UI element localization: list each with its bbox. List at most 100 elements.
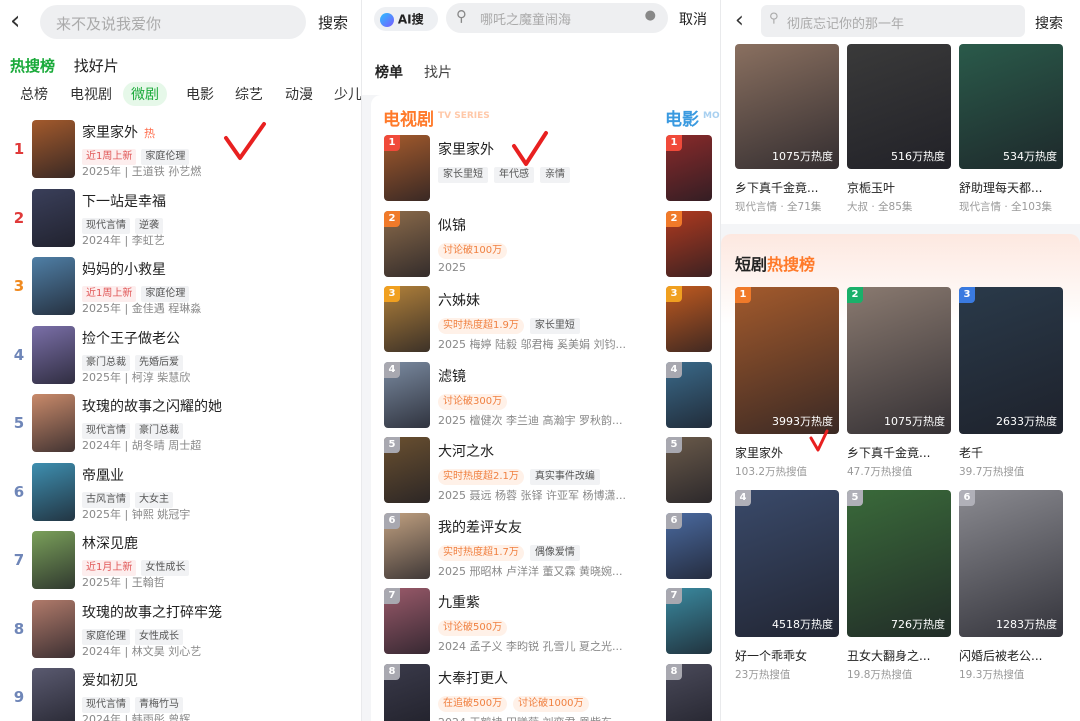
drama-card[interactable]: 1075万热度 乡下真千金竟... 现代言情 · 全71集 (735, 44, 839, 224)
list-item[interactable]: 4 捡个王子做老公 豪门总裁 先婚后爱 2025年 | 柯淳 柴慧欣 (0, 324, 361, 392)
drama-card[interactable]: 5 726万热度 丑女大翻身之... 19.8万热搜值 (847, 490, 951, 690)
item-title: 我的差评女友 (438, 519, 522, 536)
rank-badge: 6 (959, 490, 975, 506)
search-button[interactable]: 搜索 (318, 12, 348, 33)
poster-image[interactable]: 516万热度 (847, 44, 951, 169)
poster-image[interactable]: 2 (384, 210, 430, 277)
drama-card[interactable]: 6 1283万热度 闪婚后被老公... 19.3万热搜值 (959, 490, 1063, 690)
search-input[interactable]: 来不及说我爱你 (40, 5, 306, 39)
movie-poster[interactable]: 6 (666, 512, 712, 579)
rank-badge: 4 (384, 361, 400, 378)
rank-number: 1 (13, 140, 25, 158)
list-item[interactable]: 5 玫瑰的故事之闪耀的她 现代言情 豪门总裁 2024年 | 胡冬晴 周士超 (0, 392, 361, 460)
back-arrow-icon[interactable]: ‹ (735, 8, 744, 34)
item-title: 大河之水 (438, 444, 494, 460)
search-button[interactable]: 搜索 (1035, 13, 1063, 33)
heat-label: 1075万热度 (772, 150, 833, 163)
drama-card[interactable]: 4 4518万热度 好一个乖乖女 23万热搜值 (735, 490, 839, 690)
tab-find-film[interactable]: 找好片 (74, 57, 119, 75)
chip: 讨论破100万 (438, 242, 508, 259)
poster-image[interactable] (32, 394, 75, 452)
heat-label: 1283万热度 (996, 618, 1057, 631)
tag-list: 现代言情 豪门总裁 (82, 418, 188, 439)
category-tabs: 总榜 电视剧 微剧 电影 综艺 动漫 少儿 (0, 82, 361, 106)
list-item[interactable]: 8 玫瑰的故事之打碎牢笼 家庭伦理 女性成长 2024年 | 林文昊 刘心艺 (0, 598, 361, 666)
movie-ranking-card: 电影 MO 1 2 3 4 5 6 7 8 (653, 95, 720, 721)
drama-card[interactable]: 3 2633万热度 老千 39.7万热搜值 (959, 287, 1063, 487)
movie-poster[interactable]: 2 (666, 210, 712, 277)
poster-image[interactable] (32, 257, 75, 315)
poster-image[interactable]: 1 3993万热度 (735, 287, 839, 434)
list-item[interactable]: 6 帝凰业 古风言情 大女主 2025年 | 钟熙 姚冠宇 (0, 461, 361, 529)
movie-poster[interactable]: 4 (666, 361, 712, 428)
category-tab[interactable]: 综艺 (227, 82, 271, 106)
category-tab[interactable]: 电视剧 (62, 82, 120, 106)
poster-image[interactable] (32, 462, 75, 521)
poster-image[interactable]: 534万热度 (959, 44, 1063, 169)
chip: 年代感 (494, 167, 534, 183)
search-input[interactable]: ⚲ 哪吒之魔童闹海 ● (446, 3, 668, 33)
poster-image[interactable]: 5 726万热度 (847, 490, 951, 637)
item-title: 家里家外热 (82, 125, 155, 141)
poster-image[interactable]: 7 (384, 588, 430, 654)
poster-image[interactable]: 3 2633万热度 (959, 287, 1063, 434)
drama-card[interactable]: 1 3993万热度 家里家外 103.2万热搜值 (735, 287, 839, 487)
list-item[interactable]: 2 下一站是幸福 现代言情 逆袭 2024年 | 李虹艺 (0, 187, 361, 255)
movie-poster[interactable]: 5 (666, 437, 712, 503)
poster-image[interactable]: 6 1283万热度 (959, 490, 1063, 637)
drama-title: 舒助理每天都... (959, 181, 1043, 195)
search-input[interactable]: ⚲ 彻底忘记你的那一年 (761, 5, 1025, 37)
drama-info: 大叔 · 全85集 (847, 201, 913, 213)
drama-info: 23万热搜值 (735, 669, 791, 681)
poster-image[interactable]: 4 4518万热度 (735, 490, 839, 637)
rank-badge: 3 (959, 287, 975, 303)
chip: 亲情 (540, 167, 570, 183)
category-tab[interactable]: 动漫 (277, 82, 321, 106)
poster-image[interactable]: 1 (384, 135, 430, 201)
heat-label: 2633万热度 (996, 415, 1057, 428)
back-arrow-icon[interactable]: ‹ (10, 8, 20, 34)
tab-find-film[interactable]: 找片 (424, 62, 452, 82)
poster-image[interactable]: 6 (384, 512, 430, 579)
cancel-button[interactable]: 取消 (679, 9, 707, 29)
poster-image[interactable] (32, 668, 75, 721)
category-tab[interactable]: 电影 (178, 82, 222, 106)
poster-image[interactable] (32, 188, 75, 247)
category-tab[interactable]: 少儿 (326, 82, 361, 106)
poster-image[interactable] (32, 120, 75, 178)
search-placeholder: 彻底忘记你的那一年 (787, 17, 905, 32)
poster-image[interactable]: 3 (384, 286, 430, 352)
item-title: 大奉打更人 (438, 670, 508, 687)
drama-card[interactable]: 2 1075万热度 乡下真千金竟... 47.7万热搜值 (847, 287, 951, 487)
drama-card[interactable]: 534万热度 舒助理每天都... 现代言情 · 全103集 (959, 44, 1063, 224)
movie-poster[interactable]: 3 (666, 286, 712, 352)
microphone-icon[interactable]: ● (645, 8, 656, 23)
list-item[interactable]: 7 林深见鹿 近1月上新 女性成长 2025年 | 王翰哲 (0, 529, 361, 597)
category-tab[interactable]: 微剧 (123, 82, 167, 106)
poster-image[interactable]: 1075万热度 (735, 44, 839, 169)
ai-search-button[interactable]: AI搜 (374, 7, 438, 31)
category-tab[interactable]: 总榜 (12, 82, 56, 106)
drama-card[interactable]: 516万热度 京栀玉叶 大叔 · 全85集 (847, 44, 951, 224)
item-title: 帝凰业 (82, 467, 124, 484)
poster-image[interactable] (32, 531, 75, 589)
poster-image[interactable]: 8 (384, 663, 430, 721)
poster-image[interactable] (32, 325, 75, 384)
poster-image[interactable]: 5 (384, 437, 430, 503)
list-item[interactable]: 3 妈妈的小救星 近1周上新 家庭伦理 2025年 | 金佳遇 程琳淼 (0, 255, 361, 323)
poster-image[interactable]: 2 1075万热度 (847, 287, 951, 434)
tab-rankings[interactable]: 榜单 (375, 62, 403, 82)
drama-title: 家里家外 (735, 446, 784, 460)
list-item[interactable]: 9 爱如初见 现代言情 青梅竹马 2024年 | 韩雨彤 曾辉 (0, 666, 361, 721)
movie-poster[interactable]: 8 (666, 663, 712, 721)
poster-image[interactable]: 4 (384, 361, 430, 428)
poster-image[interactable] (32, 599, 75, 658)
drama-info: 47.7万热搜值 (847, 466, 913, 478)
chip: 讨论破500万 (438, 620, 508, 636)
tab-hot-search[interactable]: 热搜榜 (10, 57, 55, 75)
section-subtitle: TV SERIES (438, 111, 490, 121)
movie-poster[interactable]: 1 (666, 135, 712, 201)
rank-badge: 4 (735, 490, 751, 506)
movie-poster[interactable]: 7 (666, 588, 712, 654)
list-item[interactable]: 1 家里家外热近1周上新 家庭伦理 2025年 | 王道铁 孙艺燃 (0, 118, 361, 186)
